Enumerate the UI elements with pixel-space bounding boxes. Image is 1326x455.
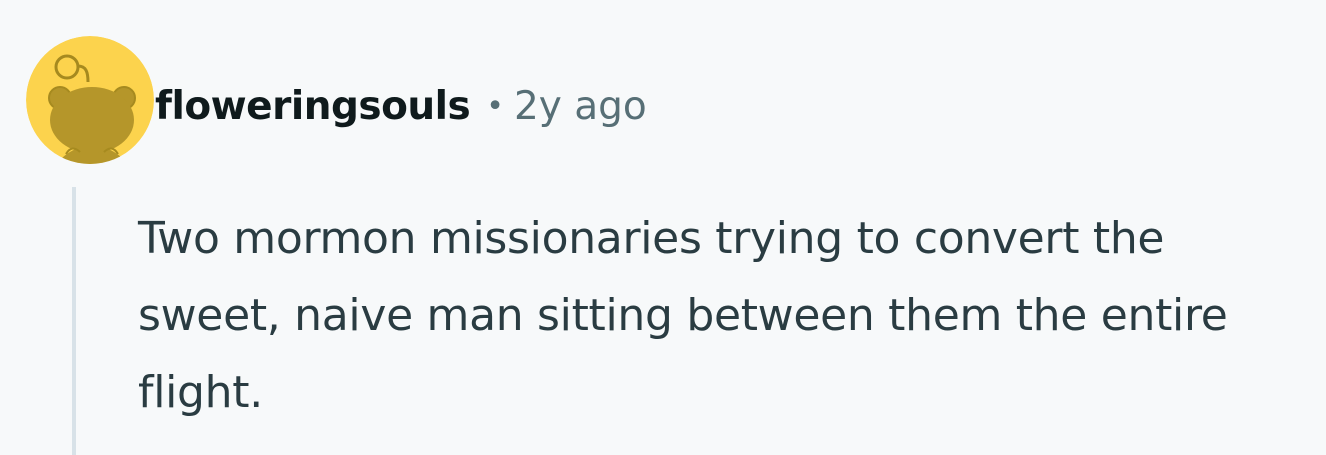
comment: floweringsouls • 2y ago Two mormon missi…	[0, 0, 1326, 455]
comment-timestamp[interactable]: 2y ago	[514, 84, 647, 129]
comment-meta: floweringsouls • 2y ago	[155, 78, 647, 134]
thread-line[interactable]	[72, 187, 76, 455]
author-username[interactable]: floweringsouls	[155, 84, 471, 129]
meta-separator: •	[486, 88, 504, 124]
user-avatar[interactable]	[26, 36, 154, 164]
snoo-avatar-icon	[26, 36, 154, 164]
comment-body: Two mormon missionaries trying to conver…	[138, 213, 1228, 418]
